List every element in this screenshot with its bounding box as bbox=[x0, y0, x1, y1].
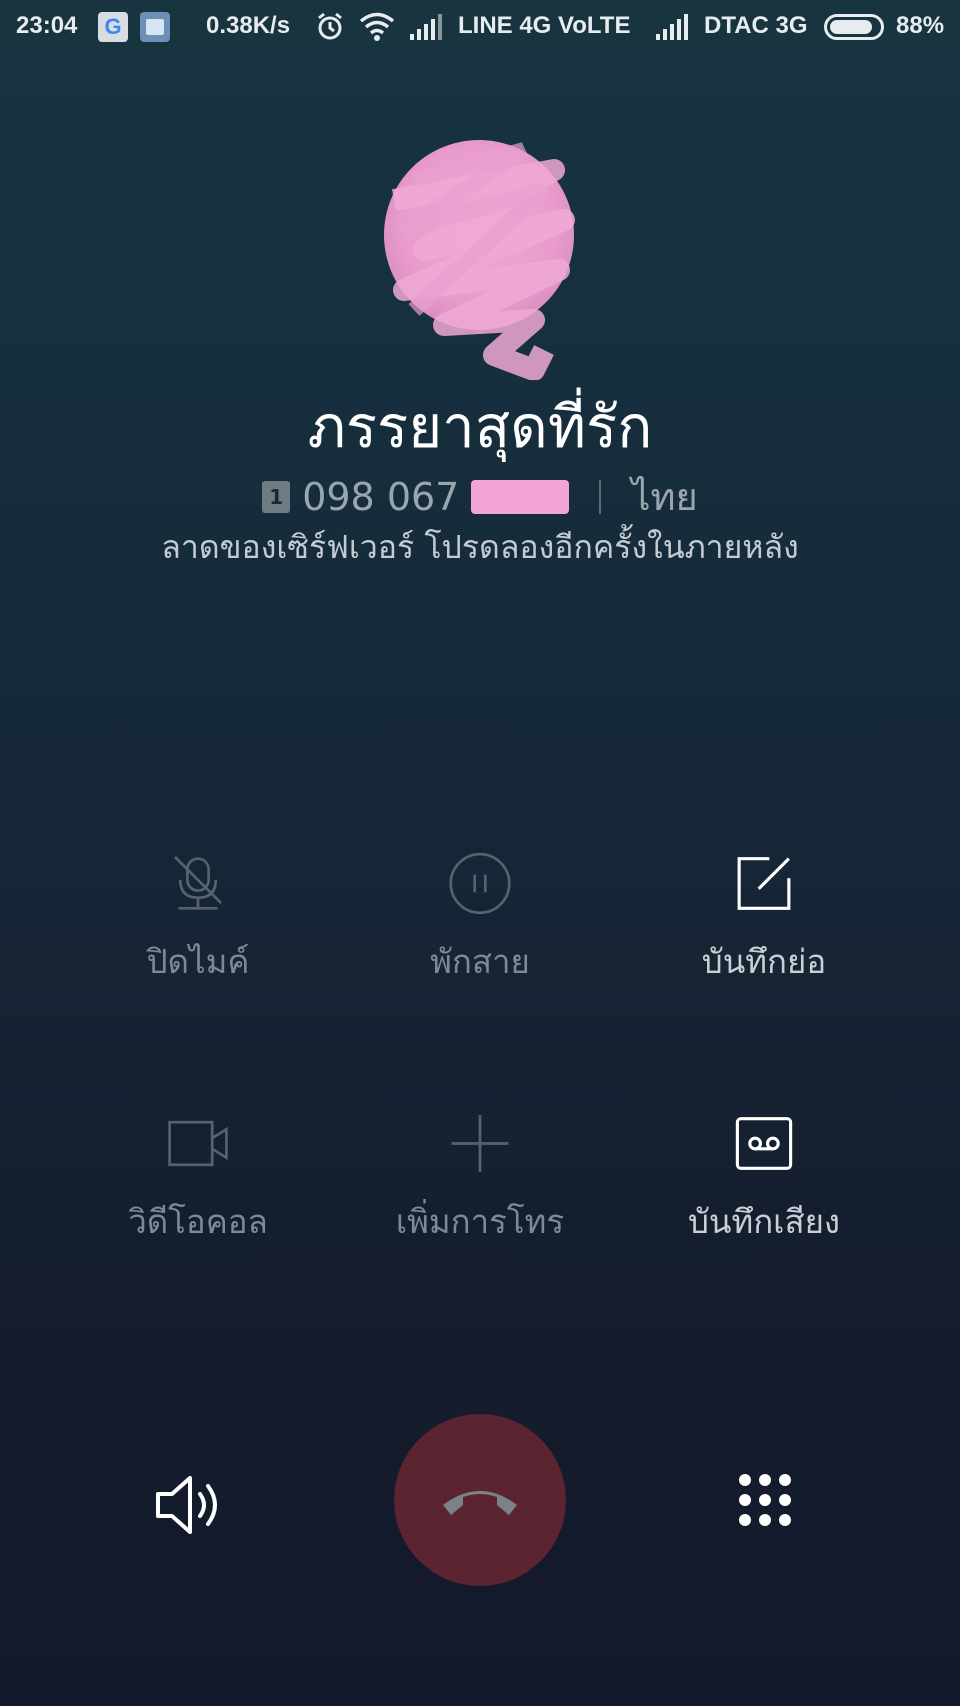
battery-icon bbox=[824, 14, 884, 40]
voicemail-icon bbox=[735, 1117, 793, 1170]
sim-badge: 1 bbox=[262, 480, 291, 513]
add-call-button[interactable]: เพิ่มการโทร bbox=[360, 1108, 600, 1248]
battery-fill bbox=[830, 20, 872, 34]
dialpad-button[interactable] bbox=[735, 1470, 795, 1530]
hold-button[interactable]: พักสาย bbox=[360, 848, 600, 988]
caller-number-row: 1 098 067 ไทย bbox=[0, 466, 960, 527]
carrier-sim1: LINE 4G VoLTE bbox=[458, 12, 631, 39]
battery-percent: 88% bbox=[896, 12, 945, 39]
phone-hangup-icon bbox=[443, 1491, 517, 1515]
mic-off-icon bbox=[173, 855, 223, 910]
number-redaction bbox=[471, 479, 570, 514]
video-call-button[interactable]: วิดีโอคอล bbox=[78, 1108, 318, 1248]
status-bar: 23:04 G 0.38K/s LINE 4G VoLTE DTAC 3G 88… bbox=[0, 0, 960, 56]
caller-location: ไทย bbox=[631, 475, 698, 519]
mute-label: ปิดไมค์ bbox=[146, 942, 250, 981]
record-button[interactable]: บันทึกเสียง bbox=[644, 1108, 884, 1248]
call-status-message: ลาดของเซิร์ฟเวอร์ โปรดลองอีกครั้งในภายหล… bbox=[161, 528, 799, 566]
app-notification-icon bbox=[140, 12, 170, 42]
call-screen: 23:04 G 0.38K/s LINE 4G VoLTE DTAC 3G 88… bbox=[0, 0, 960, 1706]
record-label: บันทึกเสียง bbox=[687, 1202, 841, 1241]
video-icon bbox=[168, 1120, 228, 1167]
notes-button[interactable]: บันทึกย่อ bbox=[644, 848, 884, 988]
notes-label: บันทึกย่อ bbox=[701, 942, 827, 981]
plus-icon bbox=[451, 1115, 509, 1172]
dialpad-icon bbox=[739, 1474, 791, 1526]
caller-name: ภรรยาสุดที่รัก bbox=[307, 393, 653, 461]
carrier-sim2: DTAC 3G bbox=[704, 12, 808, 39]
signal-icon-sim1 bbox=[408, 12, 444, 49]
video-call-label: วิดีโอคอล bbox=[128, 1202, 268, 1241]
pause-icon bbox=[449, 852, 511, 915]
signal-icon-sim2 bbox=[654, 12, 690, 49]
speaker-button[interactable] bbox=[150, 1470, 240, 1540]
hold-label: พักสาย bbox=[430, 942, 530, 981]
end-call-button[interactable] bbox=[394, 1414, 566, 1586]
mute-button[interactable]: ปิดไมค์ bbox=[78, 848, 318, 988]
caller-number: 098 067 bbox=[302, 474, 460, 519]
wifi-icon bbox=[358, 10, 396, 49]
caller-avatar bbox=[384, 140, 575, 380]
network-speed: 0.38K/s bbox=[206, 12, 291, 39]
google-icon: G bbox=[98, 12, 128, 42]
alarm-icon bbox=[314, 10, 346, 49]
status-time: 23:04 bbox=[16, 12, 78, 39]
avatar-redaction-scribble bbox=[391, 142, 575, 380]
add-call-label: เพิ่มการโทร bbox=[395, 1202, 565, 1241]
speaker-icon bbox=[156, 1476, 217, 1534]
divider bbox=[599, 479, 602, 514]
edit-note-icon bbox=[737, 857, 791, 910]
